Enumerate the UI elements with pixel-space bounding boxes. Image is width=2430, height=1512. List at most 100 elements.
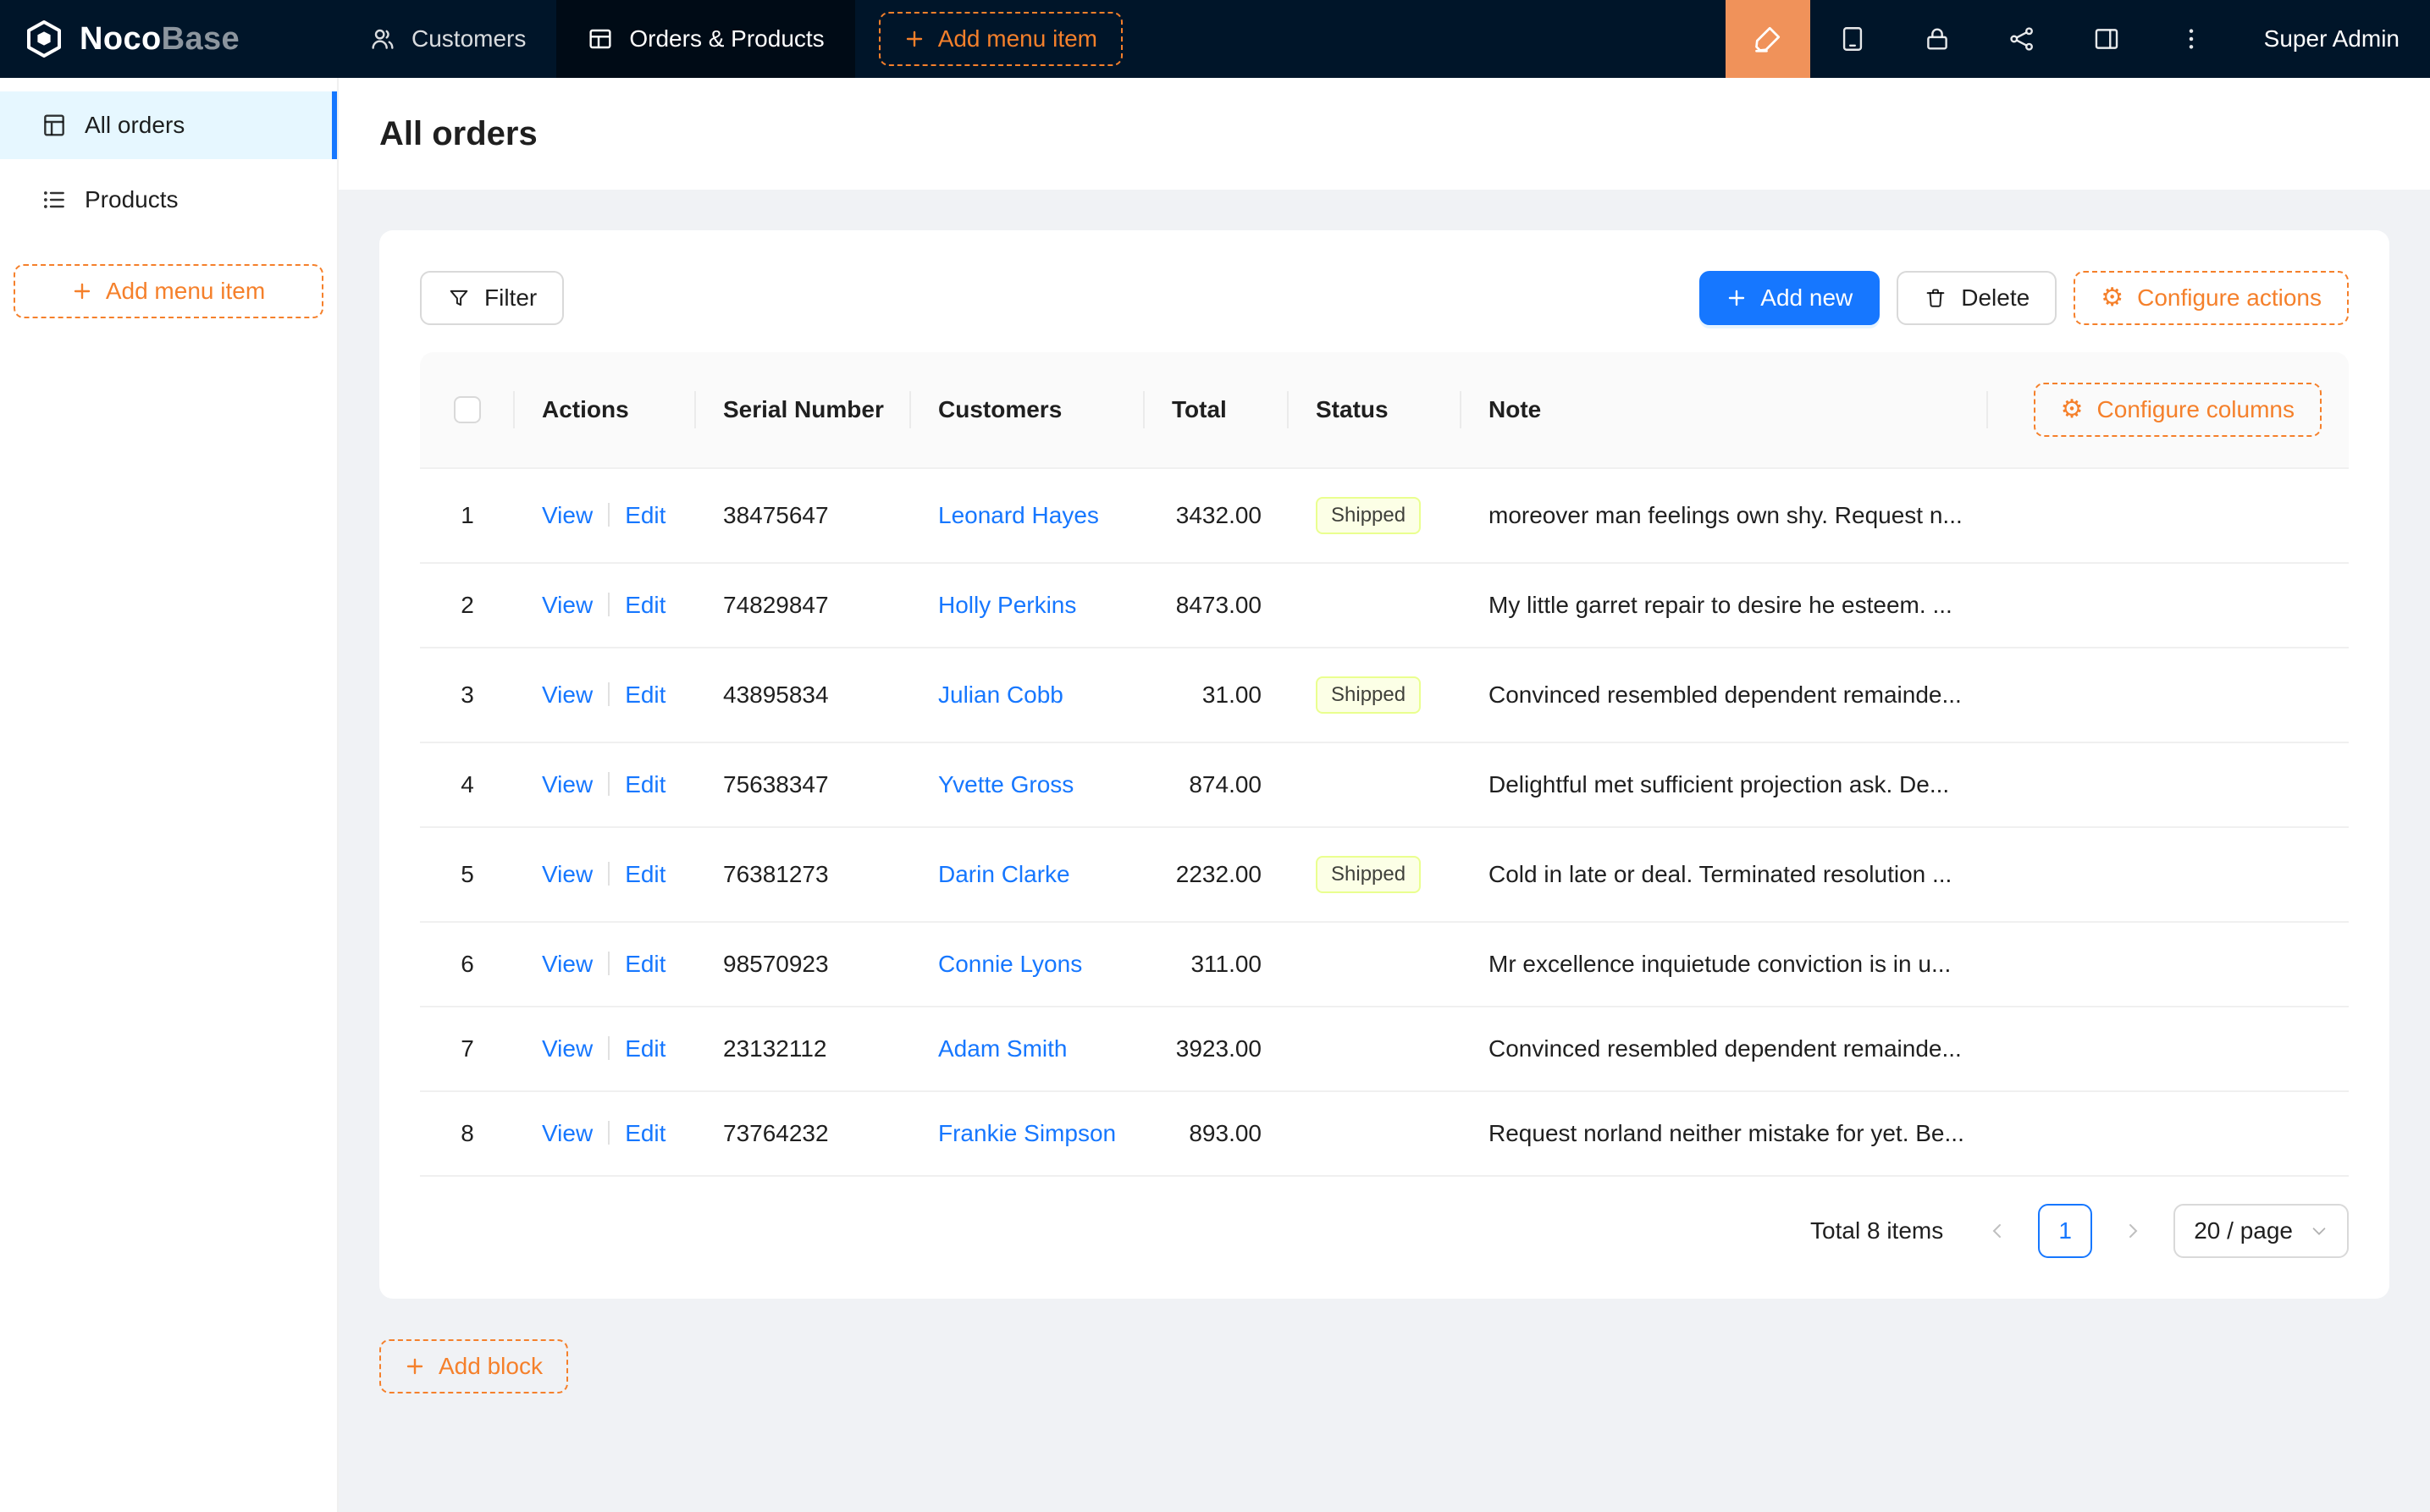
settings-center-button[interactable] — [2064, 0, 2149, 78]
row-index: 6 — [461, 951, 474, 977]
delete-label: Delete — [1961, 284, 2030, 312]
actions-cell: View Edit — [515, 923, 696, 1007]
edit-link[interactable]: Edit — [625, 771, 665, 797]
customer-link[interactable]: Darin Clarke — [938, 861, 1070, 887]
table-row: 5 ViewEdit 76381273 Darin Clarke 2232.00… — [420, 828, 2349, 923]
view-link[interactable]: View — [542, 1120, 593, 1146]
next-page-button[interactable] — [2106, 1204, 2160, 1258]
total-cell: 893.00 — [1145, 1092, 1289, 1177]
table-toolbar: Filter Add new Delete — [420, 271, 2349, 325]
customer-link[interactable]: Adam Smith — [938, 1035, 1068, 1062]
note-cell: Cold in late or deal. Terminated resolut… — [1461, 828, 1988, 923]
header-menu: Customers Orders & Products Add menu ite… — [339, 0, 1123, 78]
configure-actions-button[interactable]: ⚙ Configure actions — [2074, 271, 2349, 325]
actions-cell: View Edit — [515, 564, 696, 648]
column-header-customers: Customers — [911, 352, 1145, 469]
page-size-select[interactable]: 20 / page — [2173, 1204, 2349, 1258]
serial-number-cell: 76381273 — [696, 828, 911, 923]
main-area: All orders Filter Add new — [339, 78, 2430, 1512]
gear-icon: ⚙ — [2101, 285, 2123, 311]
view-link[interactable]: View — [542, 861, 593, 887]
row-index: 5 — [461, 861, 474, 887]
toolbar-right: Add new Delete ⚙ Configure actions — [1699, 271, 2349, 325]
view-link[interactable]: View — [542, 592, 593, 618]
column-header-serial-number: Serial Number — [696, 352, 911, 469]
configure-columns-button[interactable]: ⚙ Configure columns — [2034, 383, 2322, 437]
action-divider — [608, 682, 610, 706]
security-button[interactable] — [1895, 0, 1980, 78]
tab-orders-products[interactable]: Orders & Products — [556, 0, 854, 78]
total-cell: 311.00 — [1145, 923, 1289, 1007]
add-block-button[interactable]: Add block — [379, 1339, 568, 1393]
add-menu-item-header-button[interactable]: Add menu item — [879, 12, 1123, 66]
customer-link[interactable]: Holly Perkins — [938, 592, 1076, 618]
page-content: Filter Add new Delete — [339, 190, 2430, 1434]
edit-link[interactable]: Edit — [625, 502, 665, 528]
tab-customers[interactable]: Customers — [339, 0, 556, 78]
customer-link[interactable]: Frankie Simpson — [938, 1120, 1116, 1146]
add-new-button[interactable]: Add new — [1699, 271, 1880, 325]
view-link[interactable]: View — [542, 1035, 593, 1062]
vertical-ellipsis-icon — [2178, 25, 2205, 52]
filter-icon — [447, 286, 471, 310]
tab-label: Customers — [411, 25, 526, 52]
filter-button[interactable]: Filter — [420, 271, 564, 325]
view-link[interactable]: View — [542, 771, 593, 797]
serial-number-cell: 38475647 — [696, 469, 911, 564]
action-divider — [608, 862, 610, 886]
note-cell: Convinced resembled dependent remainde..… — [1461, 648, 1988, 743]
spacer-cell — [1988, 648, 2349, 743]
status-tag: Shipped — [1316, 676, 1421, 714]
prev-page-button[interactable] — [1970, 1204, 2024, 1258]
delete-button[interactable]: Delete — [1897, 271, 2057, 325]
actions-cell: View Edit — [515, 648, 696, 743]
note-cell: Convinced resembled dependent remainde..… — [1461, 1007, 1988, 1092]
select-all-checkbox[interactable] — [454, 396, 481, 423]
actions-cell: View Edit — [515, 469, 696, 564]
view-link[interactable]: View — [542, 682, 593, 708]
view-link[interactable]: View — [542, 951, 593, 977]
mobile-preview-button[interactable] — [1810, 0, 1895, 78]
orders-table-body: 1 ViewEdit 38475647 Leonard Hayes 3432.0… — [420, 469, 2349, 1177]
edit-link[interactable]: Edit — [625, 861, 665, 887]
status-cell — [1289, 1007, 1461, 1092]
users-icon — [369, 25, 396, 52]
customer-link[interactable]: Julian Cobb — [938, 682, 1063, 708]
action-divider — [608, 503, 610, 527]
customer-link[interactable]: Yvette Gross — [938, 771, 1074, 797]
sidebar-item-all-orders[interactable]: All orders — [0, 91, 337, 159]
action-divider — [608, 1036, 610, 1060]
edit-link[interactable]: Edit — [625, 1035, 665, 1062]
spacer-cell — [1988, 828, 2349, 923]
edit-link[interactable]: Edit — [625, 951, 665, 977]
edit-link[interactable]: Edit — [625, 592, 665, 618]
action-divider — [608, 1121, 610, 1145]
current-page-button[interactable]: 1 — [2038, 1204, 2092, 1258]
customer-cell: Connie Lyons — [911, 923, 1145, 1007]
edit-link[interactable]: Edit — [625, 682, 665, 708]
plus-icon — [904, 29, 925, 49]
view-link[interactable]: View — [542, 502, 593, 528]
actions-cell: View Edit — [515, 1007, 696, 1092]
note-cell: moreover man feelings own shy. Request n… — [1461, 469, 1988, 564]
user-menu[interactable]: Super Admin — [2234, 0, 2430, 78]
top-navbar: NocoBase Customers Orders & Products Add… — [0, 0, 2430, 78]
plugin-manager-button[interactable] — [1980, 0, 2064, 78]
nocobase-logo-icon — [24, 19, 64, 59]
row-index: 2 — [461, 592, 474, 618]
add-menu-item-sidebar-button[interactable]: Add menu item — [14, 264, 323, 318]
customer-link[interactable]: Connie Lyons — [938, 951, 1082, 977]
total-cell: 8473.00 — [1145, 564, 1289, 648]
customer-link[interactable]: Leonard Hayes — [938, 502, 1099, 528]
total-cell: 3432.00 — [1145, 469, 1289, 564]
spacer-cell — [1988, 1007, 2349, 1092]
column-header-status: Status — [1289, 352, 1461, 469]
ui-editor-button[interactable] — [1726, 0, 1810, 78]
sidebar-item-products[interactable]: Products — [0, 166, 337, 234]
spacer-cell — [1988, 564, 2349, 648]
table-header-row: Actions Serial Number Customers Total St… — [420, 352, 2349, 469]
more-button[interactable] — [2149, 0, 2234, 78]
edit-link[interactable]: Edit — [625, 1120, 665, 1146]
actions-cell: View Edit — [515, 1092, 696, 1177]
row-index: 4 — [461, 771, 474, 797]
